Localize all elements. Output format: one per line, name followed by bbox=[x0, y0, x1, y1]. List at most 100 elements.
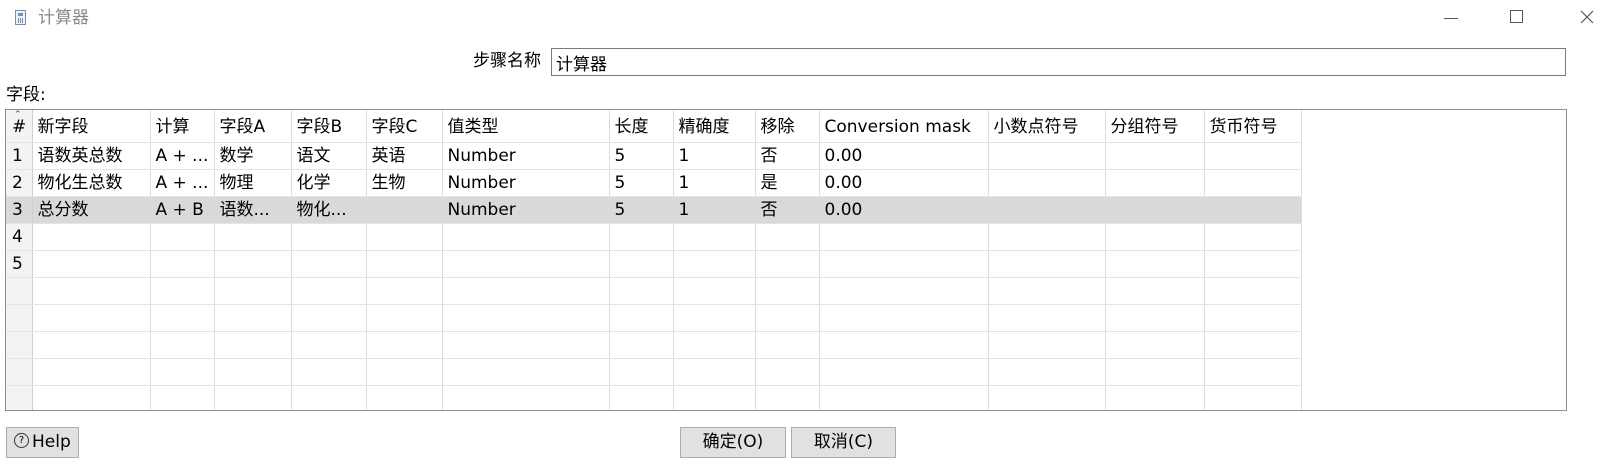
table-cell[interactable] bbox=[150, 277, 215, 305]
column-header[interactable]: 字段A bbox=[214, 110, 292, 143]
table-cell[interactable] bbox=[1204, 169, 1302, 197]
table-cell[interactable] bbox=[214, 277, 292, 305]
table-cell[interactable] bbox=[214, 250, 292, 278]
table-cell[interactable] bbox=[1105, 223, 1205, 251]
table-cell[interactable] bbox=[366, 385, 443, 410]
table-cell[interactable] bbox=[366, 304, 443, 332]
table-cell[interactable]: 否 bbox=[755, 142, 820, 170]
table-cell[interactable] bbox=[673, 277, 756, 305]
table-cell[interactable] bbox=[366, 358, 443, 386]
table-cell[interactable]: 化学 bbox=[291, 169, 367, 197]
table-cell[interactable] bbox=[366, 250, 443, 278]
table-cell[interactable] bbox=[1204, 385, 1302, 410]
table-cell[interactable]: 英语 bbox=[366, 142, 443, 170]
table-cell[interactable] bbox=[442, 358, 610, 386]
table-cell[interactable] bbox=[609, 304, 674, 332]
table-cell[interactable] bbox=[150, 358, 215, 386]
table-row[interactable]: 1 语数英总数 A + ... 数学 语文 英语 Number 5 1 否 0.00 bbox=[6, 142, 1302, 170]
table-cell[interactable]: A + ... bbox=[150, 142, 215, 170]
table-cell[interactable]: 5 bbox=[609, 196, 674, 224]
table-cell[interactable] bbox=[150, 385, 215, 410]
table-cell[interactable] bbox=[609, 223, 674, 251]
table-cell[interactable] bbox=[755, 358, 820, 386]
table-cell[interactable] bbox=[1105, 331, 1205, 359]
table-cell[interactable] bbox=[214, 358, 292, 386]
table-cell[interactable]: 5 bbox=[609, 142, 674, 170]
table-cell[interactable] bbox=[988, 223, 1106, 251]
table-cell[interactable] bbox=[1204, 250, 1302, 278]
table-cell[interactable] bbox=[150, 223, 215, 251]
close-button[interactable] bbox=[1564, 0, 1610, 36]
table-cell[interactable] bbox=[442, 277, 610, 305]
table-cell[interactable] bbox=[819, 385, 989, 410]
table-row[interactable] bbox=[6, 385, 1302, 410]
table-cell[interactable]: 物化生总数 bbox=[32, 169, 151, 197]
ok-button[interactable]: 确定(O) bbox=[680, 427, 786, 458]
table-cell[interactable] bbox=[442, 223, 610, 251]
column-header[interactable]: 分组符号 bbox=[1105, 110, 1205, 143]
table-cell[interactable] bbox=[673, 223, 756, 251]
column-header[interactable]: 新字段 bbox=[32, 110, 151, 143]
cancel-button[interactable]: 取消(C) bbox=[791, 427, 896, 458]
table-cell[interactable]: 物化... bbox=[291, 196, 367, 224]
table-cell[interactable] bbox=[1105, 169, 1205, 197]
table-cell[interactable] bbox=[609, 277, 674, 305]
table-cell[interactable]: 1 bbox=[673, 169, 756, 197]
table-cell[interactable] bbox=[442, 385, 610, 410]
column-header[interactable]: 字段B bbox=[291, 110, 367, 143]
column-header[interactable]: 精确度 bbox=[673, 110, 756, 143]
table-row[interactable]: 3 总分数 A + B 语数... 物化... Number 5 1 否 0.00 bbox=[6, 196, 1302, 224]
table-row[interactable] bbox=[6, 358, 1302, 386]
table-cell[interactable] bbox=[609, 250, 674, 278]
table-cell[interactable]: 0.00 bbox=[819, 196, 989, 224]
table-cell[interactable] bbox=[609, 331, 674, 359]
table-cell[interactable]: 语数英总数 bbox=[32, 142, 151, 170]
table-cell[interactable] bbox=[32, 358, 151, 386]
table-cell[interactable]: 总分数 bbox=[32, 196, 151, 224]
table-cell[interactable] bbox=[1204, 331, 1302, 359]
table-cell[interactable] bbox=[291, 277, 367, 305]
table-cell[interactable] bbox=[673, 358, 756, 386]
table-cell[interactable]: 0.00 bbox=[819, 142, 989, 170]
table-cell[interactable] bbox=[32, 250, 151, 278]
table-cell[interactable] bbox=[1204, 223, 1302, 251]
table-cell[interactable] bbox=[988, 250, 1106, 278]
table-cell[interactable] bbox=[1204, 358, 1302, 386]
table-cell[interactable] bbox=[32, 385, 151, 410]
table-cell[interactable]: Number bbox=[442, 169, 610, 197]
table-cell[interactable] bbox=[32, 331, 151, 359]
table-cell[interactable] bbox=[214, 304, 292, 332]
column-header[interactable]: 长度 bbox=[609, 110, 674, 143]
table-cell[interactable] bbox=[1204, 142, 1302, 170]
table-cell[interactable] bbox=[442, 304, 610, 332]
table-cell[interactable]: 物理 bbox=[214, 169, 292, 197]
table-cell[interactable] bbox=[819, 277, 989, 305]
table-cell[interactable] bbox=[988, 331, 1106, 359]
table-cell[interactable] bbox=[755, 331, 820, 359]
table-cell[interactable] bbox=[366, 196, 443, 224]
table-cell[interactable] bbox=[291, 358, 367, 386]
table-cell[interactable] bbox=[988, 304, 1106, 332]
table-cell[interactable]: 否 bbox=[755, 196, 820, 224]
table-cell[interactable] bbox=[988, 277, 1106, 305]
table-cell[interactable] bbox=[673, 304, 756, 332]
help-button[interactable]: ? Help bbox=[6, 427, 79, 458]
column-header[interactable]: 货币符号 bbox=[1204, 110, 1302, 143]
table-cell[interactable] bbox=[1204, 277, 1302, 305]
table-cell[interactable] bbox=[819, 304, 989, 332]
minimize-button[interactable] bbox=[1428, 0, 1474, 36]
table-cell[interactable] bbox=[988, 358, 1106, 386]
table-cell[interactable] bbox=[214, 331, 292, 359]
table-row[interactable] bbox=[6, 304, 1302, 332]
column-header[interactable]: 值类型 bbox=[442, 110, 610, 143]
table-cell[interactable] bbox=[755, 385, 820, 410]
table-cell[interactable] bbox=[150, 250, 215, 278]
table-cell[interactable] bbox=[1105, 196, 1205, 224]
table-cell[interactable] bbox=[819, 331, 989, 359]
table-cell[interactable] bbox=[819, 358, 989, 386]
table-cell[interactable]: 1 bbox=[673, 196, 756, 224]
table-row[interactable]: 4 bbox=[6, 223, 1302, 251]
table-cell[interactable] bbox=[366, 331, 443, 359]
table-cell[interactable] bbox=[214, 223, 292, 251]
table-cell[interactable] bbox=[755, 277, 820, 305]
